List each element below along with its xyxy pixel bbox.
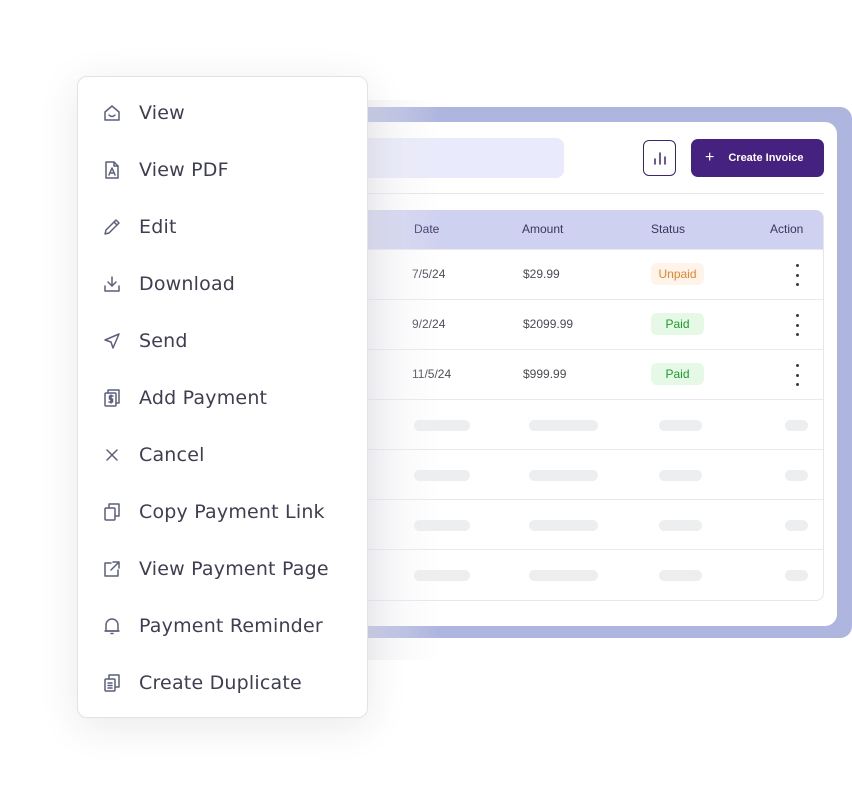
table-row[interactable]: 11/5/24 $999.99 Paid — [301, 349, 823, 399]
menu-item-add-payment[interactable]: Add Payment — [78, 376, 367, 420]
send-icon — [101, 330, 123, 352]
skeleton-bar — [659, 420, 702, 431]
date-cell: 9/2/24 — [412, 317, 446, 331]
menu-item-label: View PDF — [139, 159, 229, 181]
menu-item-cancel[interactable]: Cancel — [78, 433, 367, 477]
amount-cell: $2099.99 — [523, 317, 574, 331]
kebab-dot — [795, 383, 799, 386]
menu-item-view-pdf[interactable]: View PDF — [78, 148, 367, 192]
skeleton-bar — [414, 470, 470, 481]
chart-button[interactable] — [643, 140, 676, 176]
skeleton-bar — [529, 420, 598, 431]
skeleton-bar — [785, 570, 808, 581]
download-icon — [101, 273, 123, 295]
menu-item-view-payment-page[interactable]: View Payment Page — [78, 547, 367, 591]
invoice-screen: + Create Invoice Date Amount Status Acti… — [0, 0, 852, 795]
plus-icon: + — [705, 149, 715, 166]
duplicate-icon — [101, 672, 123, 694]
bell-icon — [101, 615, 123, 637]
menu-item-edit[interactable]: Edit — [78, 205, 367, 249]
date-cell: 7/5/24 — [412, 267, 446, 281]
pencil-icon — [101, 216, 123, 238]
skeleton-bar — [529, 470, 598, 481]
kebab-dot — [795, 323, 799, 327]
skeleton-bar — [659, 570, 702, 581]
pdf-file-icon — [101, 159, 123, 181]
kebab-dot — [795, 364, 799, 367]
menu-item-payment-reminder[interactable]: Payment Reminder — [78, 604, 367, 648]
menu-item-download[interactable]: Download — [78, 262, 367, 306]
copy-icon — [101, 501, 123, 523]
menu-item-label: Edit — [139, 216, 177, 238]
menu-item-label: Payment Reminder — [139, 615, 323, 637]
dollar-stack-icon — [101, 387, 123, 409]
skeleton-bar — [659, 470, 702, 481]
bar-chart-icon — [653, 152, 666, 165]
row-actions-button[interactable] — [794, 264, 800, 286]
create-invoice-button[interactable]: + Create Invoice — [691, 139, 824, 177]
external-link-icon — [101, 558, 123, 580]
menu-item-label: View Payment Page — [139, 558, 329, 580]
menu-item-label: Send — [139, 330, 188, 352]
menu-item-label: Cancel — [139, 444, 205, 466]
toolbar-divider — [300, 193, 824, 194]
invoice-table: Date Amount Status Action 7/5/24 $29.99 … — [300, 210, 824, 601]
amount-cell: $29.99 — [523, 267, 560, 281]
skeleton-bar — [414, 570, 470, 581]
menu-item-label: View — [139, 102, 185, 124]
table-row[interactable]: 9/2/24 $2099.99 Paid — [301, 299, 823, 349]
menu-item-label: Add Payment — [139, 387, 268, 409]
kebab-dot — [795, 264, 799, 267]
table-header: Date Amount Status Action — [301, 210, 823, 249]
amount-cell: $999.99 — [523, 367, 567, 381]
status-badge: Unpaid — [651, 263, 704, 285]
kebab-dot — [795, 373, 799, 377]
menu-item-create-duplicate[interactable]: Create Duplicate — [78, 661, 367, 705]
table-row[interactable]: 7/5/24 $29.99 Unpaid — [301, 249, 823, 299]
column-header-status[interactable]: Status — [651, 222, 685, 236]
kebab-dot — [795, 314, 799, 317]
status-badge: Paid — [651, 313, 704, 335]
placeholder-row — [301, 399, 823, 449]
menu-item-view[interactable]: View — [78, 91, 367, 135]
date-cell: 11/5/24 — [412, 367, 452, 381]
placeholder-row — [301, 549, 823, 599]
skeleton-bar — [785, 520, 808, 531]
menu-item-label: Create Duplicate — [139, 672, 302, 694]
invoice-context-menu: View View PDF Edit Download Send Add Pay… — [77, 76, 368, 718]
kebab-dot — [795, 283, 799, 286]
create-invoice-label: Create Invoice — [728, 152, 804, 164]
menu-item-label: Download — [139, 273, 236, 295]
home-icon — [101, 102, 123, 124]
close-icon — [101, 444, 123, 466]
skeleton-bar — [529, 520, 598, 531]
skeleton-bar — [414, 520, 470, 531]
placeholder-row — [301, 449, 823, 499]
row-actions-button[interactable] — [794, 314, 800, 336]
menu-item-copy-payment-link[interactable]: Copy Payment Link — [78, 490, 367, 534]
placeholder-row — [301, 499, 823, 549]
skeleton-bar — [785, 470, 808, 481]
kebab-dot — [795, 333, 799, 336]
skeleton-bar — [414, 420, 470, 431]
column-header-date[interactable]: Date — [414, 222, 439, 236]
skeleton-bar — [785, 420, 808, 431]
kebab-dot — [795, 273, 799, 277]
row-actions-button[interactable] — [794, 364, 800, 386]
menu-item-label: Copy Payment Link — [139, 501, 325, 523]
status-badge: Paid — [651, 363, 704, 385]
column-header-amount[interactable]: Amount — [522, 222, 563, 236]
menu-item-send[interactable]: Send — [78, 319, 367, 363]
column-header-action: Action — [770, 222, 804, 236]
skeleton-bar — [659, 520, 702, 531]
skeleton-bar — [529, 570, 598, 581]
